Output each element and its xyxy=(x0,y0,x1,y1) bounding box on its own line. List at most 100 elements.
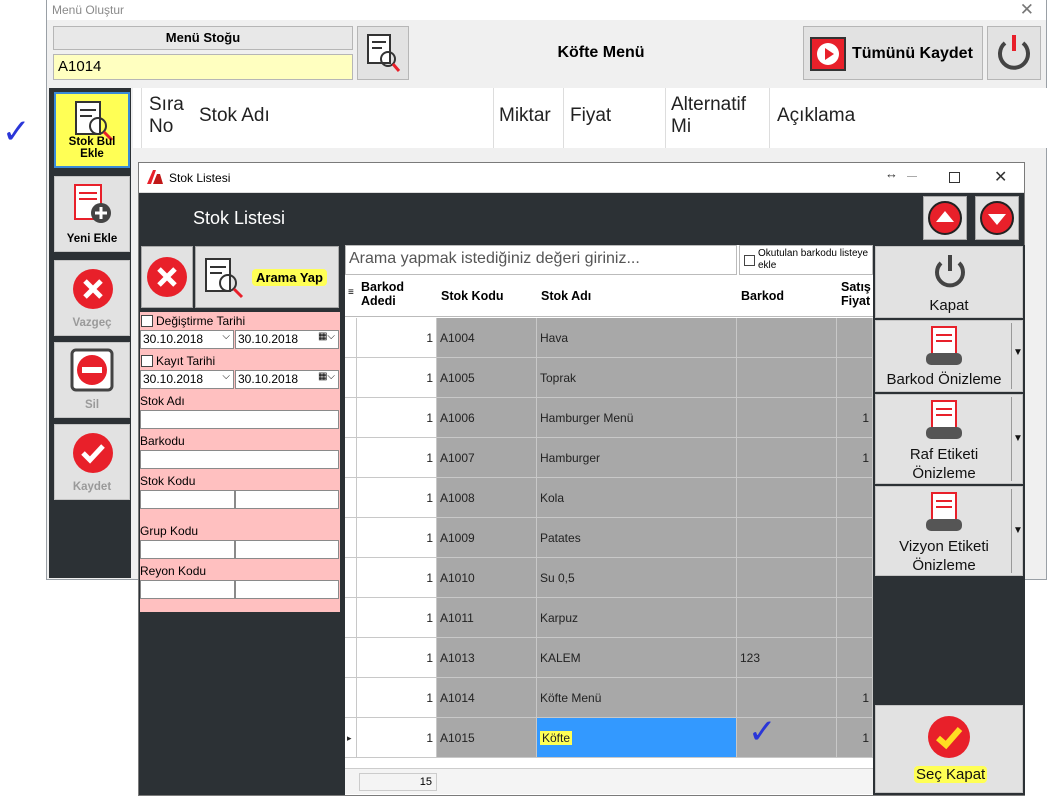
grid-cell-qty[interactable]: 1 xyxy=(357,718,437,758)
col-stock-name[interactable]: Stok Adı xyxy=(541,289,591,303)
grid-cell-price[interactable]: 1 xyxy=(837,398,873,438)
column-menu-icon[interactable]: ≡ xyxy=(348,287,354,298)
grid-cell-qty[interactable]: 1 xyxy=(357,398,437,438)
menu-stock-input[interactable]: A1014 xyxy=(53,54,353,80)
search-button[interactable]: Arama Yap xyxy=(195,246,339,308)
grid-cell-price[interactable] xyxy=(837,318,873,358)
grid-cell-code[interactable]: A1014 xyxy=(437,678,537,718)
shelf-code-to[interactable] xyxy=(235,580,339,599)
grid-cell-barcode[interactable] xyxy=(737,318,837,358)
resize-icon[interactable]: ↔ xyxy=(885,166,898,181)
grid-cell-name[interactable]: Hamburger xyxy=(537,438,737,478)
shelf-label-preview-button[interactable]: Raf Etiketi Önizleme ▼ xyxy=(875,394,1023,484)
sidebar-item-stock-find-add[interactable]: Stok Bul Ekle xyxy=(54,92,130,168)
save-all-button[interactable]: Tümünü Kaydet xyxy=(803,26,983,80)
grid-cell-barcode[interactable] xyxy=(737,358,837,398)
barcode-preview-button[interactable]: Barkod Önizleme ▼ xyxy=(875,320,1023,392)
grid-cell-code[interactable]: A1004 xyxy=(437,318,537,358)
grid-cell-barcode[interactable] xyxy=(737,438,837,478)
grid-cell-price[interactable]: 1 xyxy=(837,438,873,478)
grid-cell-qty[interactable]: 1 xyxy=(357,638,437,678)
col-sale-price[interactable]: Satış Fiyat xyxy=(841,280,871,308)
grid-cell-name[interactable]: Toprak xyxy=(537,358,737,398)
sidebar-item-new-add[interactable]: Yeni Ekle xyxy=(54,176,130,252)
grid-cell-code[interactable]: A1008 xyxy=(437,478,537,518)
grid-cell-barcode[interactable] xyxy=(737,558,837,598)
scroll-up-button[interactable] xyxy=(923,196,967,240)
change-date-checkbox[interactable] xyxy=(141,315,153,327)
close-button[interactable]: Kapat xyxy=(875,246,1023,318)
grid-cell-barcode[interactable] xyxy=(737,518,837,558)
grid-cell-qty[interactable]: 1 xyxy=(357,358,437,398)
grid-cell-code[interactable]: A1006 xyxy=(437,398,537,438)
shelf-code-from[interactable] xyxy=(140,580,235,599)
grid-cell-code[interactable]: A1005 xyxy=(437,358,537,398)
table-row[interactable]: 1 A1008 Kola xyxy=(345,478,873,518)
scroll-down-button[interactable] xyxy=(975,196,1019,240)
table-row[interactable]: 1 A1013 KALEM 123 xyxy=(345,638,873,678)
table-row[interactable]: 1 A1010 Su 0,5 xyxy=(345,558,873,598)
col-stock-code[interactable]: Stok Kodu xyxy=(441,289,504,303)
table-row[interactable]: 1 A1009 Patates xyxy=(345,518,873,558)
maximize-icon[interactable] xyxy=(949,172,960,183)
grid-cell-barcode[interactable] xyxy=(737,598,837,638)
grid-cell-price[interactable] xyxy=(837,598,873,638)
dropdown-arrow-icon[interactable]: ▼ xyxy=(1013,525,1023,536)
table-row[interactable]: 1 A1004 Hava xyxy=(345,318,873,358)
group-code-from[interactable] xyxy=(140,540,235,559)
grid-cell-code[interactable]: A1011 xyxy=(437,598,537,638)
grid-cell-qty[interactable]: 1 xyxy=(357,518,437,558)
grid-cell-price[interactable]: 1 xyxy=(837,678,873,718)
grid-cell-name[interactable]: Hamburger Menü xyxy=(537,398,737,438)
grid-cell-name[interactable]: Hava xyxy=(537,318,737,358)
select-close-button[interactable]: Seç Kapat xyxy=(875,705,1023,793)
change-date-from[interactable]: 30.10.2018 ⌵ xyxy=(140,330,234,349)
grid-cell-qty[interactable]: 1 xyxy=(357,558,437,598)
dropdown-arrow-icon[interactable]: ▼ xyxy=(1013,433,1023,444)
grid-cell-price[interactable] xyxy=(837,358,873,398)
table-row[interactable]: 1 A1011 Karpuz xyxy=(345,598,873,638)
grid-cell-code[interactable]: A1010 xyxy=(437,558,537,598)
grid-cell-price[interactable] xyxy=(837,518,873,558)
sidebar-item-cancel[interactable]: Vazgeç xyxy=(54,260,130,336)
close-icon[interactable]: ✕ xyxy=(994,167,1007,187)
minimize-icon[interactable] xyxy=(907,176,917,177)
sidebar-item-save[interactable]: Kaydet xyxy=(54,424,130,500)
vision-label-preview-button[interactable]: Vizyon Etiketi Önizleme ▼ xyxy=(875,486,1023,576)
grid-cell-code[interactable]: A1013 xyxy=(437,638,537,678)
table-row[interactable]: 1 A1007 Hamburger 1 xyxy=(345,438,873,478)
grid-cell-qty[interactable]: 1 xyxy=(357,318,437,358)
col-barcode-qty[interactable]: Barkod Adedi xyxy=(361,280,421,308)
grid-cell-qty[interactable]: 1 xyxy=(357,598,437,638)
grid-cell-barcode[interactable] xyxy=(737,398,837,438)
barcode-add-checkbox[interactable] xyxy=(744,255,755,266)
sidebar-item-delete[interactable]: Sil xyxy=(54,342,130,418)
grid-cell-qty[interactable]: 1 xyxy=(357,478,437,518)
grid-cell-name[interactable]: Köfte Menü xyxy=(537,678,737,718)
record-date-to[interactable]: 30.10.2018 ▦⌵ xyxy=(235,370,339,389)
grid-cell-price[interactable] xyxy=(837,638,873,678)
table-row[interactable]: ▸ 1 A1015 Köfte 1 xyxy=(345,718,873,758)
grid-cell-name[interactable]: Karpuz xyxy=(537,598,737,638)
grid-cell-price[interactable] xyxy=(837,558,873,598)
grid-cell-barcode[interactable] xyxy=(737,478,837,518)
table-row[interactable]: 1 A1005 Toprak xyxy=(345,358,873,398)
grid-cell-name[interactable]: Köfte xyxy=(537,718,737,758)
record-date-checkbox[interactable] xyxy=(141,355,153,367)
grid-cell-name[interactable]: KALEM xyxy=(537,638,737,678)
grid-cell-price[interactable]: 1 xyxy=(837,718,873,758)
grid-cell-name[interactable]: Patates xyxy=(537,518,737,558)
stock-name-input[interactable] xyxy=(140,410,339,429)
clear-filter-button[interactable] xyxy=(141,246,193,308)
stock-search-button[interactable] xyxy=(357,26,409,80)
stock-code-to[interactable] xyxy=(235,490,339,509)
grid-cell-barcode[interactable]: 123 xyxy=(737,638,837,678)
close-icon[interactable]: ✕ xyxy=(1020,0,1034,20)
dropdown-arrow-icon[interactable]: ▼ xyxy=(1013,347,1023,358)
stock-code-from[interactable] xyxy=(140,490,235,509)
group-code-to[interactable] xyxy=(235,540,339,559)
exit-button[interactable] xyxy=(987,26,1041,80)
table-row[interactable]: 1 A1006 Hamburger Menü 1 xyxy=(345,398,873,438)
grid-cell-qty[interactable]: 1 xyxy=(357,438,437,478)
search-input[interactable]: Arama yapmak istediğiniz değeri giriniz.… xyxy=(345,245,737,275)
